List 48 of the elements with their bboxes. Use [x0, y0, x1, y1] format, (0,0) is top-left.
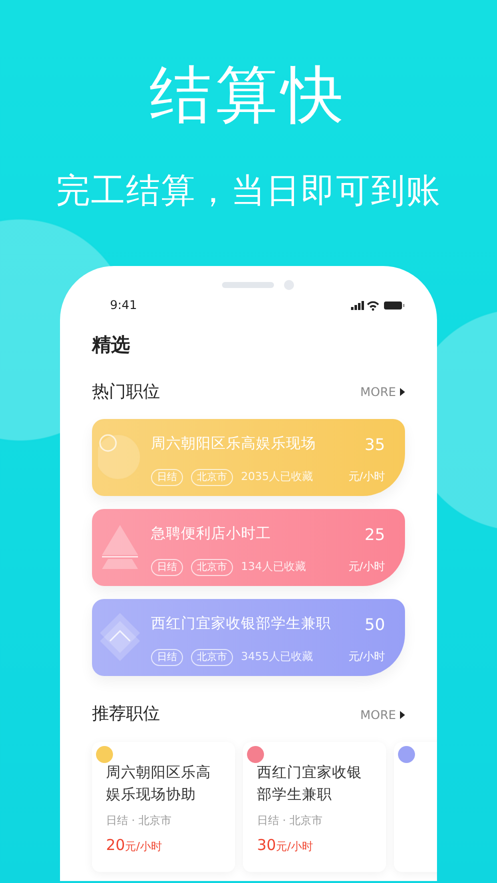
price-unit: 元/小时: [125, 840, 162, 853]
price-unit: 元/小时: [348, 469, 385, 486]
price-unit: 元/小时: [348, 559, 385, 576]
price-unit: 元/小时: [348, 649, 385, 666]
signal-icon: [351, 300, 364, 310]
headline: 结算快: [148, 57, 348, 126]
job-meta: 日结 · 北京市: [106, 812, 172, 828]
job-title: 周六朝阳区乐高娱乐现场: [151, 434, 316, 454]
section-title: 热门职位: [92, 380, 160, 404]
speaker-grille: [222, 282, 274, 288]
job-card[interactable]: 周六朝阳区乐高娱乐现场协助 日结 · 北京市 20元/小时: [92, 742, 235, 872]
job-tag: 日结: [151, 559, 183, 576]
triangle-decoration-icon: [102, 525, 138, 569]
subheadline: 完工结算，当日即可到账: [55, 174, 442, 208]
diamond-decoration-icon: [100, 613, 140, 661]
job-tag: 北京市: [191, 559, 233, 576]
wifi-icon: [367, 300, 379, 310]
job-card[interactable]: 急聘便利店小时工 25 日结 北京市 134人已收藏 元/小时: [92, 509, 405, 586]
job-title: 西红门宜家收银部学生兼职: [257, 764, 363, 804]
circle-decoration-icon: [98, 434, 140, 479]
job-card[interactable]: 西红门宜家收银部学生兼职 日结 · 北京市 30元/小时: [243, 742, 386, 872]
job-price: 50: [364, 614, 385, 636]
favorites-count: 2035人已收藏: [241, 469, 313, 486]
more-link[interactable]: MORE: [360, 706, 405, 724]
section-title: 推荐职位: [92, 703, 160, 726]
job-title: 周六朝阳区乐高娱乐现场协助: [106, 764, 212, 804]
job-tag: 日结: [151, 469, 183, 486]
job-price: 20: [106, 836, 126, 854]
status-time: 9:41: [110, 297, 137, 314]
job-price: 35: [364, 434, 385, 456]
job-tag: 北京市: [191, 469, 233, 486]
favorites-count: 3455人已收藏: [241, 649, 313, 666]
job-tag: 日结: [151, 649, 183, 666]
job-title: 急聘便利店小时工: [151, 524, 271, 544]
battery-icon: [384, 301, 404, 309]
triangle-right-icon: [400, 388, 405, 396]
job-tag: 北京市: [191, 649, 233, 666]
favorites-count: 134人已收藏: [241, 559, 306, 576]
job-title: 西红门宜家收银部学生兼职: [151, 614, 331, 634]
page-title: 精选: [92, 333, 131, 358]
job-card[interactable]: 西红门宜家收银部学生兼职 50 日结 北京市 3455人已收藏 元/小时: [92, 599, 405, 676]
more-link[interactable]: MORE: [360, 383, 405, 402]
triangle-right-icon: [400, 710, 405, 719]
job-price: 30: [257, 836, 276, 854]
price-unit: 元/小时: [276, 840, 313, 853]
job-price: 25: [364, 524, 385, 546]
job-meta: 日结 · 北京市: [257, 812, 324, 828]
camera-dot: [284, 280, 294, 290]
